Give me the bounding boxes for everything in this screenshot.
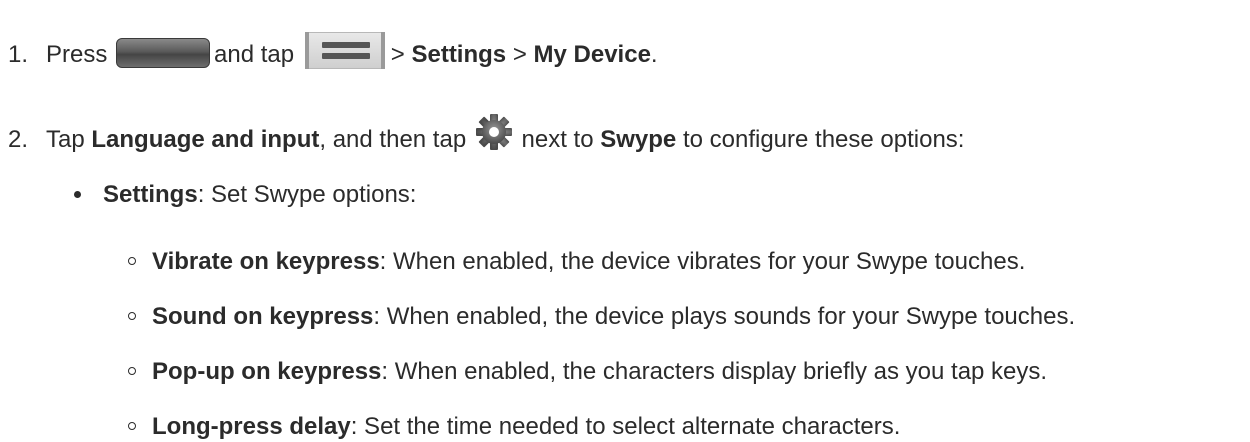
option-label: Long-press delay	[152, 413, 351, 440]
next-to-text: next to	[521, 126, 594, 153]
menu-button-icon	[304, 32, 385, 69]
step-1: 1. Press and tap > Settings > My Device.	[8, 32, 658, 70]
separator: >	[390, 41, 405, 68]
option-sound: Sound on keypress: When enabled, the dev…	[128, 303, 1075, 332]
settings-bullet-label: Settings	[103, 181, 198, 208]
gear-icon	[475, 113, 513, 151]
option-text: : When enabled, the device plays sounds …	[373, 303, 1076, 330]
option-label: Vibrate on keypress	[152, 248, 380, 275]
settings-bullet-text: : Set Swype options:	[197, 181, 417, 208]
configure-text: to configure these options:	[682, 126, 965, 153]
option-text: : When enabled, the device vibrates for …	[379, 248, 1026, 275]
separator: >	[512, 41, 527, 68]
language-and-input-label: Language and input	[91, 126, 320, 153]
period: .	[650, 41, 658, 68]
settings-link: Settings	[411, 41, 507, 68]
press-text: Press	[46, 41, 108, 68]
settings-bullet: Settings: Set Swype options:	[74, 181, 416, 210]
option-label: Sound on keypress	[152, 303, 374, 330]
option-popup: Pop-up on keypress: When enabled, the ch…	[128, 358, 1047, 387]
step-number: 2.	[8, 126, 29, 153]
circle-bullet-icon	[128, 257, 136, 265]
step-2: 2. Tap Language and input, and then tap n…	[8, 113, 964, 155]
option-long-press: Long-press delay: Set the time needed to…	[128, 413, 900, 442]
circle-bullet-icon	[128, 312, 136, 320]
home-button-icon	[116, 38, 211, 68]
step-number: 1.	[8, 41, 29, 68]
and-tap-text: and tap	[214, 41, 295, 68]
option-text: : Set the time needed to select alternat…	[350, 413, 901, 440]
circle-bullet-icon	[128, 367, 136, 375]
tap-text: Tap	[46, 126, 85, 153]
option-vibrate: Vibrate on keypress: When enabled, the d…	[128, 248, 1025, 277]
my-device-link: My Device	[533, 41, 651, 68]
circle-bullet-icon	[128, 422, 136, 430]
option-text: : When enabled, the characters display b…	[381, 358, 1048, 385]
swype-label: Swype	[600, 126, 677, 153]
then-tap-text: , and then tap	[319, 126, 467, 153]
bullet-icon	[74, 191, 81, 198]
option-label: Pop-up on keypress	[152, 358, 382, 385]
